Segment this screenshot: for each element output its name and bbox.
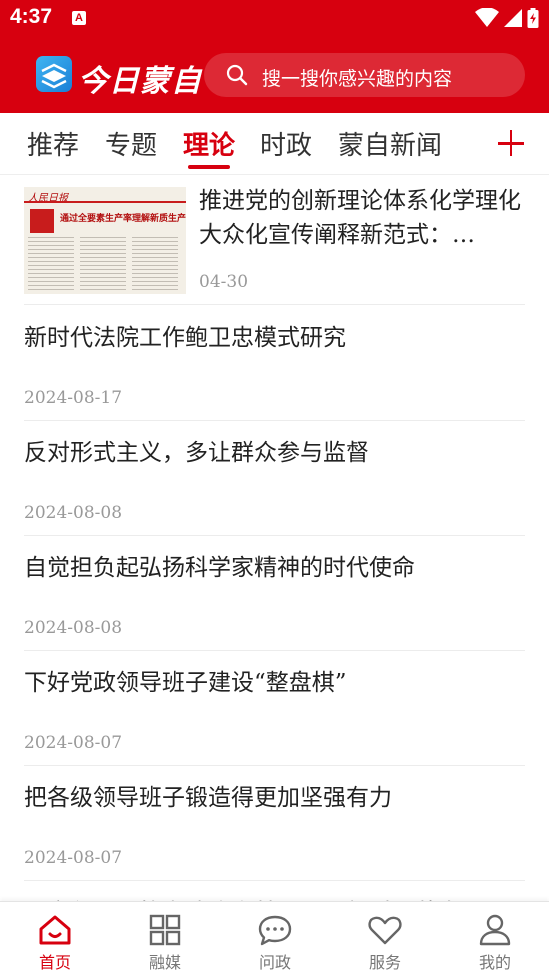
article-thumbnail: 人民日报 通过全要素生产率理解新质生产力 <box>24 187 186 294</box>
user-icon <box>479 914 511 946</box>
battery-icon <box>527 8 539 28</box>
nav-services[interactable]: 服务 <box>330 902 440 977</box>
article-date: 2024-08-07 <box>24 733 123 753</box>
list-item[interactable]: 新时代法院工作鲍卫忠模式研究 2024-08-17 <box>24 306 525 421</box>
article-title: 新时代法院工作鲍卫忠模式研究 <box>24 325 346 351</box>
status-time: 4:37 <box>10 5 53 28</box>
nav-label: 我的 <box>478 953 511 972</box>
article-date: 04-30 <box>199 272 249 292</box>
lead-article[interactable]: 人民日报 通过全要素生产率理解新质生产力 推进党的创新理论体系化学理化大众化宣传… <box>24 176 525 305</box>
app-logo-icon <box>36 56 72 92</box>
tab-mengzi-news[interactable]: 蒙自新闻 <box>338 125 442 162</box>
bottom-nav: 首页 融媒 问政 服务 我的 <box>0 901 549 977</box>
tab-politics[interactable]: 时政 <box>260 125 312 162</box>
nav-label: 首页 <box>38 953 71 972</box>
add-channel-icon[interactable] <box>490 113 549 174</box>
article-date: 2024-08-08 <box>24 503 123 523</box>
chat-icon <box>258 915 292 946</box>
tab-recommend[interactable]: 推荐 <box>27 125 79 162</box>
nav-label: 服务 <box>368 953 401 972</box>
heart-icon <box>368 916 402 945</box>
news-feed[interactable]: 人民日报 通过全要素生产率理解新质生产力 推进党的创新理论体系化学理化大众化宣传… <box>0 176 549 901</box>
article-date: 2024-08-08 <box>24 618 123 638</box>
grid-icon <box>149 914 181 946</box>
signal-icon <box>504 9 522 27</box>
status-icons <box>475 8 539 28</box>
article-date: 2024-08-07 <box>24 848 123 868</box>
article-date: 2024-08-17 <box>24 388 123 408</box>
article-title: 自觉担负起弘扬科学家精神的时代使命 <box>24 555 415 581</box>
home-icon <box>39 915 71 945</box>
article-title: 反对形式主义，多让群众参与监督 <box>24 440 369 466</box>
tab-topics[interactable]: 专题 <box>105 125 157 162</box>
nav-home[interactable]: 首页 <box>0 902 110 977</box>
nav-media[interactable]: 融媒 <box>110 902 220 977</box>
thumbnail-tag <box>30 209 54 233</box>
article-title: 下好党政领导班子建设“整盘棋” <box>24 670 347 696</box>
app-logo-text: 今日蒙自 <box>78 64 202 99</box>
tab-theory[interactable]: 理论 <box>183 125 235 162</box>
list-item[interactable]: 以文化人，筑牢法治之基，加强新时代蒙自 <box>24 881 525 901</box>
notification-icon: A <box>72 11 86 25</box>
article-title: 以文化人，筑牢法治之基，加强新时代蒙自 <box>24 893 461 901</box>
thumbnail-column <box>80 237 126 293</box>
nav-inquiry[interactable]: 问政 <box>220 902 330 977</box>
search-placeholder: 搜一搜你感兴趣的内容 <box>262 68 453 90</box>
tab-overflow-fade <box>462 113 490 174</box>
list-item[interactable]: 自觉担负起弘扬科学家精神的时代使命 2024-08-08 <box>24 536 525 651</box>
status-bar: 4:37 A <box>0 0 549 36</box>
active-tab-indicator <box>188 165 230 169</box>
thumbnail-column <box>28 237 74 293</box>
nav-profile[interactable]: 我的 <box>440 902 549 977</box>
search-input[interactable]: 搜一搜你感兴趣的内容 <box>204 53 525 97</box>
wifi-icon <box>475 8 499 27</box>
search-icon <box>226 64 248 86</box>
thumbnail-rule <box>24 201 186 203</box>
nav-label: 融媒 <box>148 953 181 972</box>
app-header: 今日蒙自 搜一搜你感兴趣的内容 <box>0 36 549 113</box>
channel-tabs: 推荐 专题 理论 时政 蒙自新闻 <box>0 113 549 175</box>
list-item[interactable]: 下好党政领导班子建设“整盘棋” 2024-08-07 <box>24 651 525 766</box>
article-title: 推进党的创新理论体系化学理化大众化宣传阐释新范式：… <box>199 188 521 248</box>
list-item[interactable]: 反对形式主义，多让群众参与监督 2024-08-08 <box>24 421 525 536</box>
thumbnail-headline: 通过全要素生产率理解新质生产力 <box>60 214 186 224</box>
list-item[interactable]: 把各级领导班子锻造得更加坚强有力 2024-08-07 <box>24 766 525 881</box>
thumbnail-column <box>132 237 178 293</box>
nav-label: 问政 <box>258 953 291 972</box>
article-title: 把各级领导班子锻造得更加坚强有力 <box>24 785 392 811</box>
